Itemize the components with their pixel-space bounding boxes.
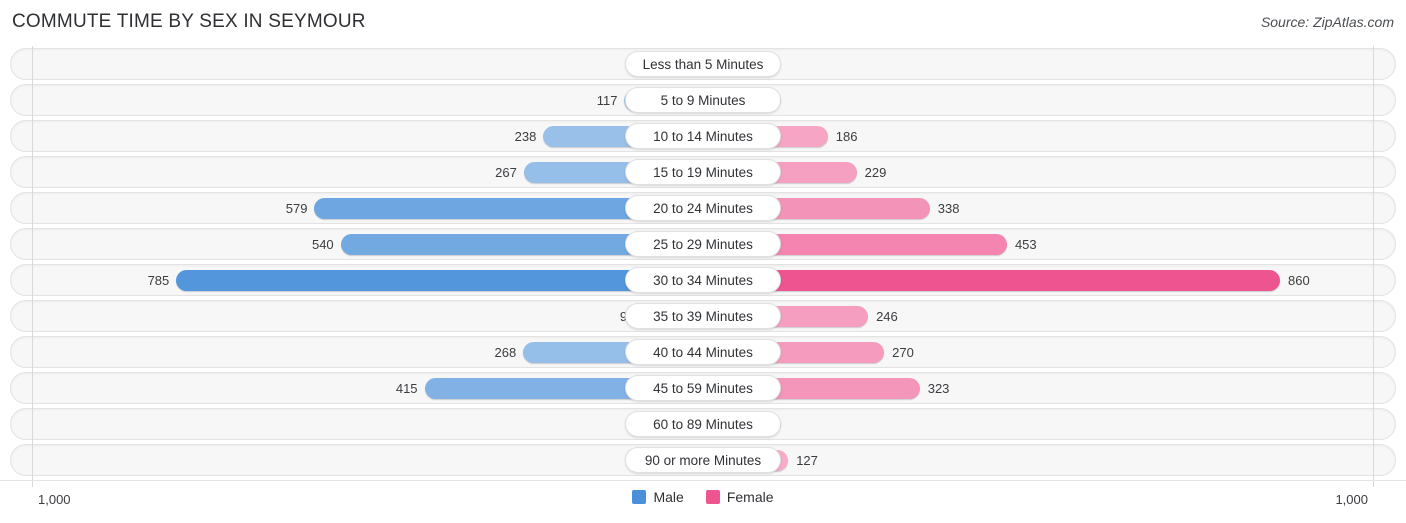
chart-row[interactable]: 1512790 or more Minutes bbox=[0, 442, 1406, 478]
bar-value-male: 415 bbox=[395, 381, 418, 396]
chart-row[interactable]: 267 229 15 to 19 Minutes bbox=[0, 154, 1406, 190]
legend-label: Female bbox=[726, 489, 774, 505]
bar-value-female: 127 bbox=[796, 453, 818, 468]
chart-row[interactable]: 826060 to 89 Minutes bbox=[0, 406, 1406, 442]
chart-row[interactable]: 579 338 20 to 24 Minutes bbox=[0, 190, 1406, 226]
row-bars: 579 338 20 to 24 Minutes bbox=[0, 190, 1406, 226]
category-label[interactable]: 10 to 14 Minutes bbox=[625, 123, 781, 149]
category-label[interactable]: 40 to 44 Minutes bbox=[625, 339, 781, 365]
category-label[interactable]: 60 to 89 Minutes bbox=[625, 411, 781, 437]
bar-male[interactable] bbox=[176, 270, 703, 291]
chart-row[interactable]: 415 323 45 to 59 Minutes bbox=[0, 370, 1406, 406]
bar-value-male: 268 bbox=[494, 345, 517, 360]
bar-value-female: 186 bbox=[835, 129, 858, 144]
chart-row[interactable]: 540 453 25 to 29 Minutes bbox=[0, 226, 1406, 262]
page-title: COMMUTE TIME BY SEX IN SEYMOUR bbox=[12, 11, 366, 32]
row-bars: 826060 to 89 Minutes bbox=[0, 406, 1406, 442]
source-attribution: Source: ZipAtlas.com bbox=[1260, 14, 1394, 30]
bar-value-female: 453 bbox=[1014, 237, 1037, 252]
axis-tick-left bbox=[32, 481, 33, 487]
chart-plot-area: 330Less than 5 Minutes117605 to 9 Minute… bbox=[0, 46, 1406, 480]
chart-row[interactable]: 117605 to 9 Minutes bbox=[0, 82, 1406, 118]
chart-row[interactable]: 785 860 30 to 34 Minutes bbox=[0, 262, 1406, 298]
chart-row[interactable]: 238 186 10 to 14 Minutes bbox=[0, 118, 1406, 154]
category-label[interactable]: 30 to 34 Minutes bbox=[625, 267, 781, 293]
category-label[interactable]: 45 to 59 Minutes bbox=[625, 375, 781, 401]
bar-value-female: 229 bbox=[864, 165, 887, 180]
row-bars: 1512790 or more Minutes bbox=[0, 442, 1406, 478]
row-bars: 540 453 25 to 29 Minutes bbox=[0, 226, 1406, 262]
legend-item-male[interactable]: Male bbox=[632, 489, 684, 505]
row-bars: 117605 to 9 Minutes bbox=[0, 82, 1406, 118]
legend-item-female[interactable]: Female bbox=[705, 489, 774, 505]
row-bars: 238 186 10 to 14 Minutes bbox=[0, 118, 1406, 154]
axis-tick-right bbox=[1373, 481, 1374, 487]
row-bars: 268 270 40 to 44 Minutes bbox=[0, 334, 1406, 370]
row-bars: 267 229 15 to 19 Minutes bbox=[0, 154, 1406, 190]
row-bars: 330Less than 5 Minutes bbox=[0, 46, 1406, 82]
bar-value-male: 267 bbox=[495, 165, 517, 180]
chart-page: COMMUTE TIME BY SEX IN SEYMOUR Source: Z… bbox=[0, 0, 1406, 523]
chart-row[interactable]: 268 270 40 to 44 Minutes bbox=[0, 334, 1406, 370]
bar-value-male: 579 bbox=[285, 201, 308, 216]
legend-label: Male bbox=[653, 489, 684, 505]
category-label[interactable]: 15 to 19 Minutes bbox=[625, 159, 781, 185]
category-label[interactable]: 20 to 24 Minutes bbox=[625, 195, 781, 221]
bar-value-female: 323 bbox=[927, 381, 950, 396]
category-label[interactable]: 90 or more Minutes bbox=[625, 447, 781, 473]
row-bars: 9224635 to 39 Minutes bbox=[0, 298, 1406, 334]
bar-value-male: 540 bbox=[311, 237, 334, 252]
legend-swatch-icon bbox=[705, 490, 720, 504]
chart-row[interactable]: 9224635 to 39 Minutes bbox=[0, 298, 1406, 334]
chart-header: COMMUTE TIME BY SEX IN SEYMOUR Source: Z… bbox=[0, 0, 1406, 46]
category-label[interactable]: 25 to 29 Minutes bbox=[625, 231, 781, 257]
bar-value-female: 246 bbox=[876, 309, 898, 324]
chart-legend: Male Female bbox=[0, 489, 1406, 505]
row-bars: 785 860 30 to 34 Minutes bbox=[0, 262, 1406, 298]
bar-female[interactable] bbox=[703, 270, 1281, 291]
bar-value-female: 270 bbox=[892, 345, 914, 360]
category-label[interactable]: 35 to 39 Minutes bbox=[625, 303, 781, 329]
category-label[interactable]: Less than 5 Minutes bbox=[625, 51, 781, 77]
bar-value-male: 117 bbox=[596, 93, 618, 108]
bar-value-male: 238 bbox=[514, 129, 537, 144]
row-bars: 415 323 45 to 59 Minutes bbox=[0, 370, 1406, 406]
bar-value-male: 785 bbox=[147, 273, 170, 288]
category-label[interactable]: 5 to 9 Minutes bbox=[625, 87, 781, 113]
bar-value-female: 338 bbox=[937, 201, 960, 216]
legend-swatch-icon bbox=[632, 490, 647, 504]
chart-row[interactable]: 330Less than 5 Minutes bbox=[0, 46, 1406, 82]
bar-value-female: 860 bbox=[1288, 273, 1310, 288]
chart-footer: 1,000 1,000 Male Female bbox=[0, 480, 1406, 523]
